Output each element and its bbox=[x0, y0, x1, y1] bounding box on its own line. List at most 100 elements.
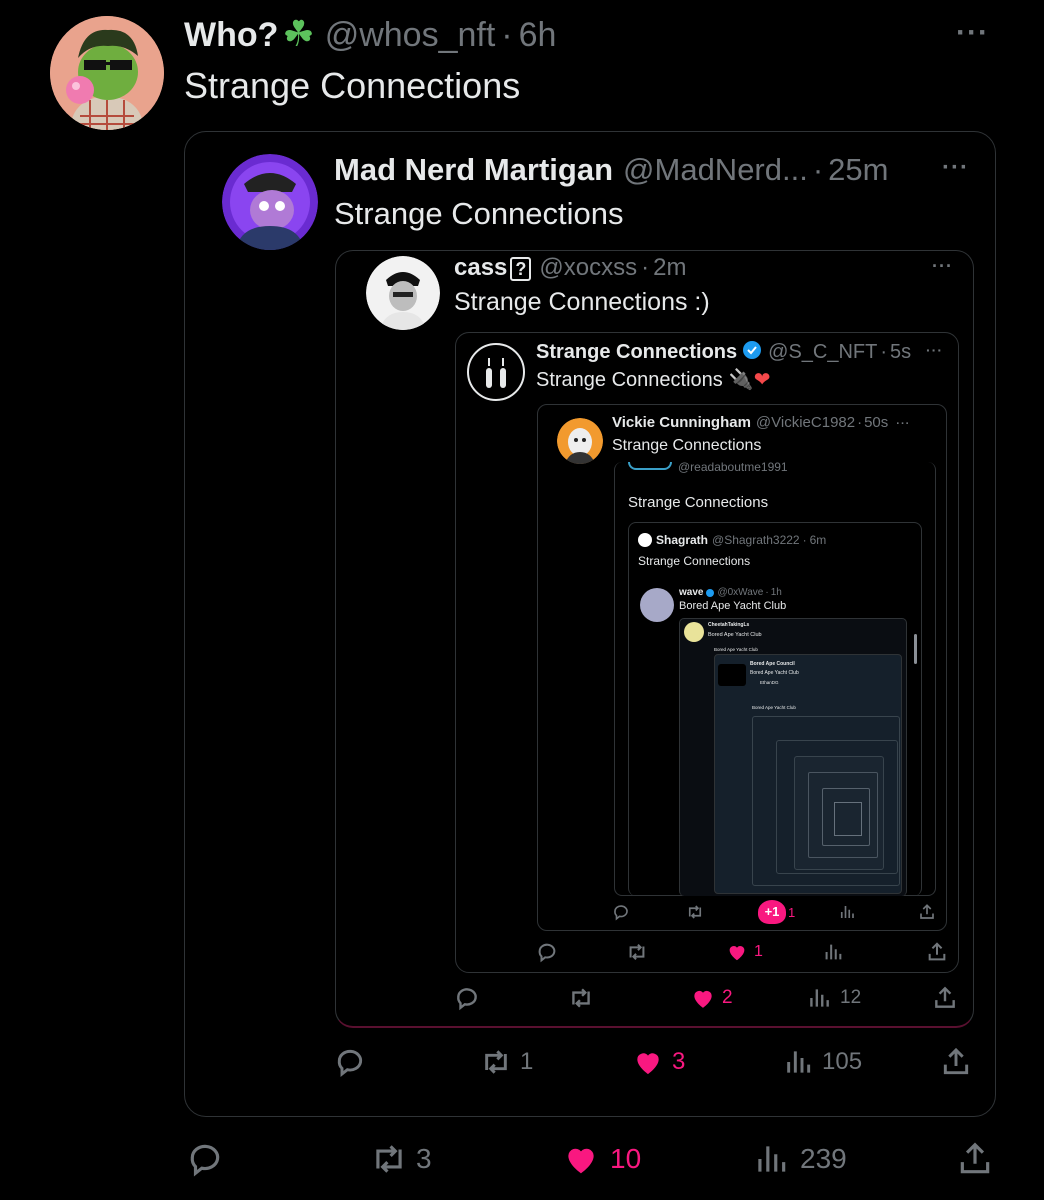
quote2-like-count: 2 bbox=[722, 987, 733, 1008]
quote8-avatar[interactable] bbox=[718, 664, 746, 686]
quote2-retweet-button[interactable] bbox=[568, 985, 594, 1011]
quote2-timestamp[interactable]: 2m bbox=[653, 254, 686, 282]
separator: · bbox=[812, 152, 824, 187]
like-button[interactable]: 10 bbox=[562, 1140, 641, 1178]
plug-logo-icon bbox=[467, 343, 525, 401]
quote6-author-name[interactable]: wave bbox=[679, 586, 703, 599]
quote5-avatar[interactable] bbox=[638, 533, 652, 547]
quote2-avatar[interactable] bbox=[366, 256, 440, 330]
separator: · bbox=[641, 254, 650, 281]
quote1-timestamp[interactable]: 25m bbox=[828, 152, 888, 188]
quote4-author-name[interactable]: Vickie Cunningham bbox=[612, 414, 751, 432]
scrollbar[interactable] bbox=[914, 634, 917, 664]
quote1-more-icon[interactable]: ··· bbox=[942, 154, 969, 182]
quote1-reply-button[interactable] bbox=[334, 1046, 366, 1078]
quote1-avatar[interactable] bbox=[222, 154, 318, 250]
quote1-author-name[interactable]: Mad Nerd Martigan bbox=[334, 152, 613, 188]
tweet-header: Who? ☘ @whos_nft · 6h bbox=[184, 14, 556, 55]
quote6-header: wave @0xWave · 1h bbox=[679, 586, 782, 599]
quote2-more-icon[interactable]: ··· bbox=[932, 256, 953, 277]
quote3-share-button[interactable] bbox=[926, 941, 948, 963]
quote8-text: Bored Ape Yacht Club bbox=[750, 670, 799, 676]
quote2-reply-button[interactable] bbox=[454, 985, 480, 1011]
quote4-reply-button[interactable] bbox=[612, 903, 630, 921]
quote2-like-button[interactable]: 2 bbox=[690, 985, 733, 1011]
retweet-button[interactable]: 3 bbox=[370, 1140, 432, 1178]
reply-icon bbox=[337, 1049, 363, 1078]
quote3-retweet-button[interactable] bbox=[626, 941, 648, 963]
author-handle[interactable]: @whos_nft bbox=[325, 15, 496, 55]
quote1-retweet-count: 1 bbox=[520, 1048, 534, 1075]
quote3-timestamp[interactable]: 5s bbox=[890, 340, 911, 364]
timestamp[interactable]: 6h bbox=[519, 15, 557, 55]
quote2-views-button[interactable]: 12 bbox=[806, 985, 861, 1011]
quote1-like-button[interactable]: 3 bbox=[632, 1046, 685, 1078]
quote4b-handle[interactable]: @readaboutme1991 bbox=[678, 460, 788, 474]
quote4-views-button[interactable] bbox=[838, 903, 856, 921]
quote1-views-count: 105 bbox=[822, 1048, 863, 1075]
quote4-like-count: 1 bbox=[788, 904, 796, 920]
author-avatar[interactable] bbox=[50, 16, 164, 130]
quote2-author-name[interactable]: cass bbox=[454, 254, 507, 282]
separator: · bbox=[880, 341, 888, 363]
views-button[interactable]: 239 bbox=[752, 1140, 847, 1178]
quote2-share-button[interactable] bbox=[932, 985, 958, 1011]
quote1-retweet-button[interactable]: 1 bbox=[480, 1046, 533, 1078]
quote7-author-name[interactable]: CheetahTakingLs bbox=[708, 622, 749, 628]
quote3-like-count: 1 bbox=[754, 943, 763, 960]
quote3-handle[interactable]: @S_C_NFT bbox=[768, 340, 877, 364]
quote5-text: Strange Connections bbox=[638, 554, 751, 568]
quote4b-avatar bbox=[628, 462, 672, 470]
quote3-more-icon[interactable]: ··· bbox=[926, 342, 943, 358]
views-icon bbox=[758, 1146, 786, 1172]
quote1-header: Mad Nerd Martigan @MadNerd... · 25m bbox=[334, 152, 888, 188]
quote4-avatar[interactable] bbox=[557, 418, 603, 464]
quote1-views-button[interactable]: 105 bbox=[782, 1046, 862, 1078]
quote5-header: Shagrath @Shagrath3222 · 6m bbox=[638, 532, 826, 548]
quote3-avatar[interactable] bbox=[466, 342, 526, 402]
separator: · bbox=[765, 587, 769, 598]
quote1-handle[interactable]: @MadNerd... bbox=[623, 152, 808, 188]
retweet-icon bbox=[572, 988, 590, 1008]
share-icon bbox=[920, 904, 934, 919]
quote8-author-name[interactable]: Bored Ape Council bbox=[750, 661, 795, 667]
quote5-handle[interactable]: @Shagrath3222 bbox=[712, 532, 800, 548]
quote3-author-name[interactable]: Strange Connections bbox=[536, 340, 737, 364]
quote4-retweet-button[interactable] bbox=[686, 903, 704, 921]
quote7-avatar[interactable] bbox=[684, 622, 704, 642]
views-icon bbox=[825, 944, 842, 960]
quote4-header: Vickie Cunningham @VickieC1982 · 50s ··· bbox=[612, 414, 910, 433]
verified-icon bbox=[706, 588, 715, 597]
nested-quote-14[interactable] bbox=[834, 802, 862, 836]
quote3-header: Strange Connections @S_C_NFT · 5s bbox=[536, 340, 911, 366]
quote4-like-button[interactable]: +1 1 bbox=[758, 900, 795, 924]
retweet-icon bbox=[688, 905, 702, 919]
separator: · bbox=[802, 533, 807, 547]
quote1-share-button[interactable] bbox=[940, 1046, 972, 1078]
retweet-icon bbox=[485, 1050, 507, 1074]
reply-button[interactable] bbox=[186, 1140, 224, 1178]
vickie-avatar-icon bbox=[557, 418, 603, 464]
quote3-text-row: Strange Connections 🔌❤ bbox=[536, 367, 770, 393]
quote7-sub-text: Bored Ape Yacht Club bbox=[714, 647, 758, 652]
quote4-timestamp[interactable]: 50s bbox=[864, 414, 888, 432]
quote6-handle[interactable]: @0xWave bbox=[717, 586, 763, 599]
quote4-handle[interactable]: @VickieC1982 bbox=[756, 414, 855, 432]
share-button[interactable] bbox=[956, 1140, 994, 1178]
more-options-icon[interactable]: ··· bbox=[956, 16, 989, 50]
quote2-text: Strange Connections :) bbox=[454, 288, 710, 316]
quote3-like-button[interactable]: 1 bbox=[726, 941, 763, 963]
quote6-avatar[interactable] bbox=[640, 588, 674, 622]
quote3-text: Strange Connections bbox=[536, 369, 723, 391]
quote6-timestamp[interactable]: 1h bbox=[771, 586, 782, 599]
quote2-handle[interactable]: @xocxss bbox=[539, 254, 637, 282]
quote4-more-icon[interactable]: ··· bbox=[896, 415, 910, 433]
quote5-timestamp[interactable]: 6m bbox=[810, 532, 827, 548]
reply-icon bbox=[614, 905, 628, 921]
quote3-reply-button[interactable] bbox=[536, 941, 558, 963]
quote8-sub-author[interactable]: EthanDG bbox=[760, 680, 779, 685]
quote4-share-button[interactable] bbox=[918, 903, 936, 921]
quote3-views-button[interactable] bbox=[822, 941, 844, 963]
quote5-author-name[interactable]: Shagrath bbox=[656, 532, 708, 548]
author-name[interactable]: Who? bbox=[184, 15, 278, 55]
